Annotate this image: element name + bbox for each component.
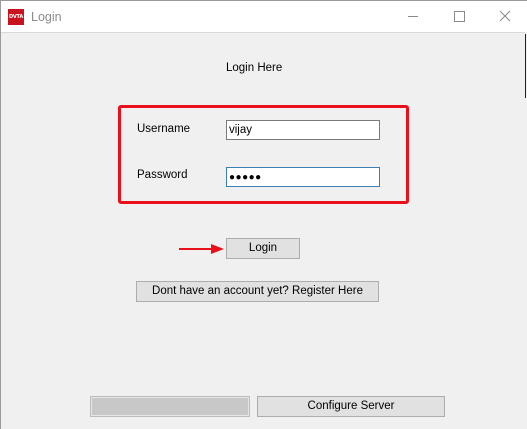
minimize-icon bbox=[408, 16, 418, 17]
progress-bar bbox=[90, 396, 250, 417]
register-button[interactable]: Dont have an account yet? Register Here bbox=[136, 281, 379, 302]
app-icon: DVTA bbox=[8, 9, 24, 25]
client-area bbox=[1, 32, 527, 429]
login-window: DVTA Login Login Here Username Password bbox=[0, 0, 527, 429]
password-input[interactable] bbox=[226, 167, 380, 187]
page-heading: Login Here bbox=[226, 62, 283, 74]
maximize-button[interactable] bbox=[436, 1, 482, 32]
login-button[interactable]: Login bbox=[226, 238, 300, 259]
close-button[interactable] bbox=[482, 1, 527, 32]
close-icon bbox=[499, 10, 511, 22]
arrow-right-icon bbox=[179, 244, 224, 254]
username-label: Username bbox=[137, 123, 191, 135]
configure-server-button[interactable]: Configure Server bbox=[257, 396, 445, 417]
progress-fill bbox=[92, 398, 248, 415]
username-input[interactable] bbox=[226, 120, 380, 140]
window-title: Login bbox=[31, 10, 62, 24]
password-label: Password bbox=[137, 169, 188, 181]
window-edge-line bbox=[525, 34, 526, 98]
maximize-icon bbox=[454, 11, 465, 22]
minimize-button[interactable] bbox=[390, 1, 436, 32]
title-bar[interactable]: DVTA Login bbox=[1, 1, 527, 32]
